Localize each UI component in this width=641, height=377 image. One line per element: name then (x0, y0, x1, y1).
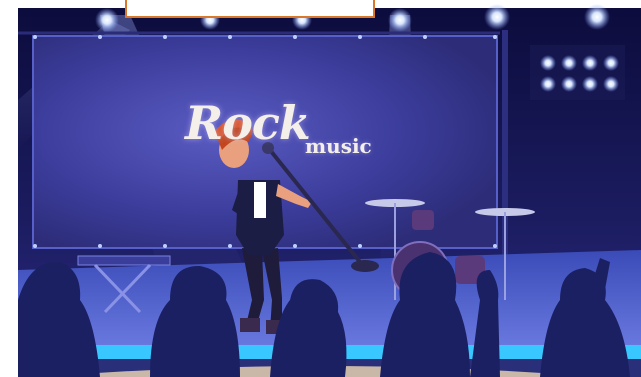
header-frame (125, 0, 375, 18)
poster-subtitle: music (305, 134, 372, 158)
light-panel (530, 45, 625, 100)
concert-illustration (0, 0, 641, 377)
poster-title: Rock (185, 96, 311, 150)
left-border (0, 0, 18, 377)
